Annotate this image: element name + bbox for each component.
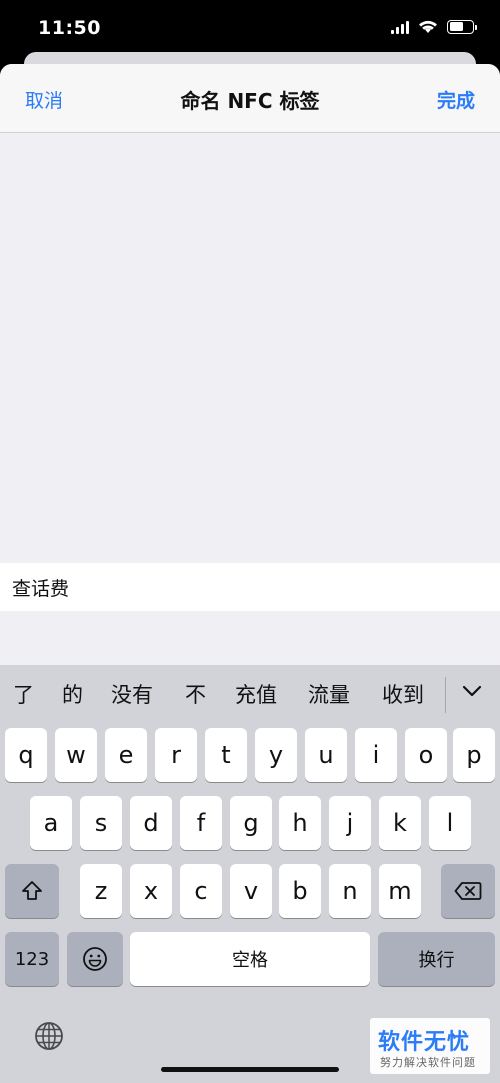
candidate-word[interactable]: 充值 bbox=[235, 679, 277, 709]
key-c[interactable]: c bbox=[180, 864, 222, 918]
candidate-word[interactable]: 了 bbox=[13, 679, 34, 709]
key-x[interactable]: x bbox=[130, 864, 172, 918]
key-m[interactable]: m bbox=[379, 864, 421, 918]
key-r[interactable]: r bbox=[155, 728, 197, 782]
shift-key[interactable] bbox=[5, 864, 59, 918]
candidate-word[interactable]: 不 bbox=[185, 679, 206, 709]
key-s[interactable]: s bbox=[80, 796, 122, 850]
return-key[interactable]: 换行 bbox=[378, 932, 495, 986]
key-g[interactable]: g bbox=[230, 796, 272, 850]
page-title: 命名 NFC 标签 bbox=[180, 89, 320, 113]
emoji-icon bbox=[83, 947, 107, 971]
key-n[interactable]: n bbox=[329, 864, 371, 918]
key-t[interactable]: t bbox=[205, 728, 247, 782]
key-k[interactable]: k bbox=[379, 796, 421, 850]
shift-icon bbox=[22, 881, 42, 900]
key-i[interactable]: i bbox=[355, 728, 397, 782]
key-a[interactable]: a bbox=[30, 796, 72, 850]
globe-icon[interactable] bbox=[33, 1020, 65, 1052]
cellular-signal-icon bbox=[391, 20, 409, 34]
key-u[interactable]: u bbox=[305, 728, 347, 782]
chevron-down-icon[interactable] bbox=[462, 683, 482, 699]
candidate-word[interactable]: 流量 bbox=[308, 679, 350, 709]
candidate-word[interactable]: 的 bbox=[62, 679, 83, 709]
status-bar: 11:50 bbox=[0, 0, 500, 60]
navigation-bar: 取消 命名 NFC 标签 完成 bbox=[0, 64, 500, 133]
key-h[interactable]: h bbox=[279, 796, 321, 850]
key-d[interactable]: d bbox=[130, 796, 172, 850]
backspace-icon bbox=[454, 882, 482, 900]
status-icons bbox=[391, 19, 477, 34]
key-j[interactable]: j bbox=[329, 796, 371, 850]
status-time: 11:50 bbox=[38, 17, 101, 39]
key-b[interactable]: b bbox=[279, 864, 321, 918]
emoji-key[interactable] bbox=[67, 932, 123, 986]
numbers-key[interactable]: 123 bbox=[5, 932, 59, 986]
battery-icon bbox=[447, 19, 477, 34]
candidate-bar: 了 的 没有 不 充值 流量 收到 bbox=[0, 665, 500, 721]
candidate-word[interactable]: 没有 bbox=[111, 679, 153, 709]
watermark-logo: 软件无忧 努力解决软件问题 bbox=[370, 1018, 490, 1074]
watermark-main-text: 软件无忧 bbox=[378, 1030, 471, 1055]
key-y[interactable]: y bbox=[255, 728, 297, 782]
key-v[interactable]: v bbox=[230, 864, 272, 918]
key-q[interactable]: q bbox=[5, 728, 47, 782]
tag-name-input[interactable] bbox=[12, 573, 482, 601]
key-p[interactable]: p bbox=[453, 728, 495, 782]
watermark-sub-text: 努力解决软件问题 bbox=[380, 1056, 476, 1069]
key-e[interactable]: e bbox=[105, 728, 147, 782]
key-z[interactable]: z bbox=[80, 864, 122, 918]
done-button[interactable]: 完成 bbox=[437, 86, 475, 113]
delete-key[interactable] bbox=[441, 864, 495, 918]
key-o[interactable]: o bbox=[405, 728, 447, 782]
key-w[interactable]: w bbox=[55, 728, 97, 782]
key-f[interactable]: f bbox=[180, 796, 222, 850]
key-l[interactable]: l bbox=[429, 796, 471, 850]
candidate-word[interactable]: 收到 bbox=[382, 679, 424, 709]
candidate-divider bbox=[445, 677, 446, 713]
name-input-row[interactable] bbox=[0, 563, 500, 611]
home-indicator[interactable] bbox=[161, 1067, 339, 1072]
wifi-icon bbox=[419, 20, 437, 33]
space-key[interactable]: 空格 bbox=[130, 932, 370, 986]
